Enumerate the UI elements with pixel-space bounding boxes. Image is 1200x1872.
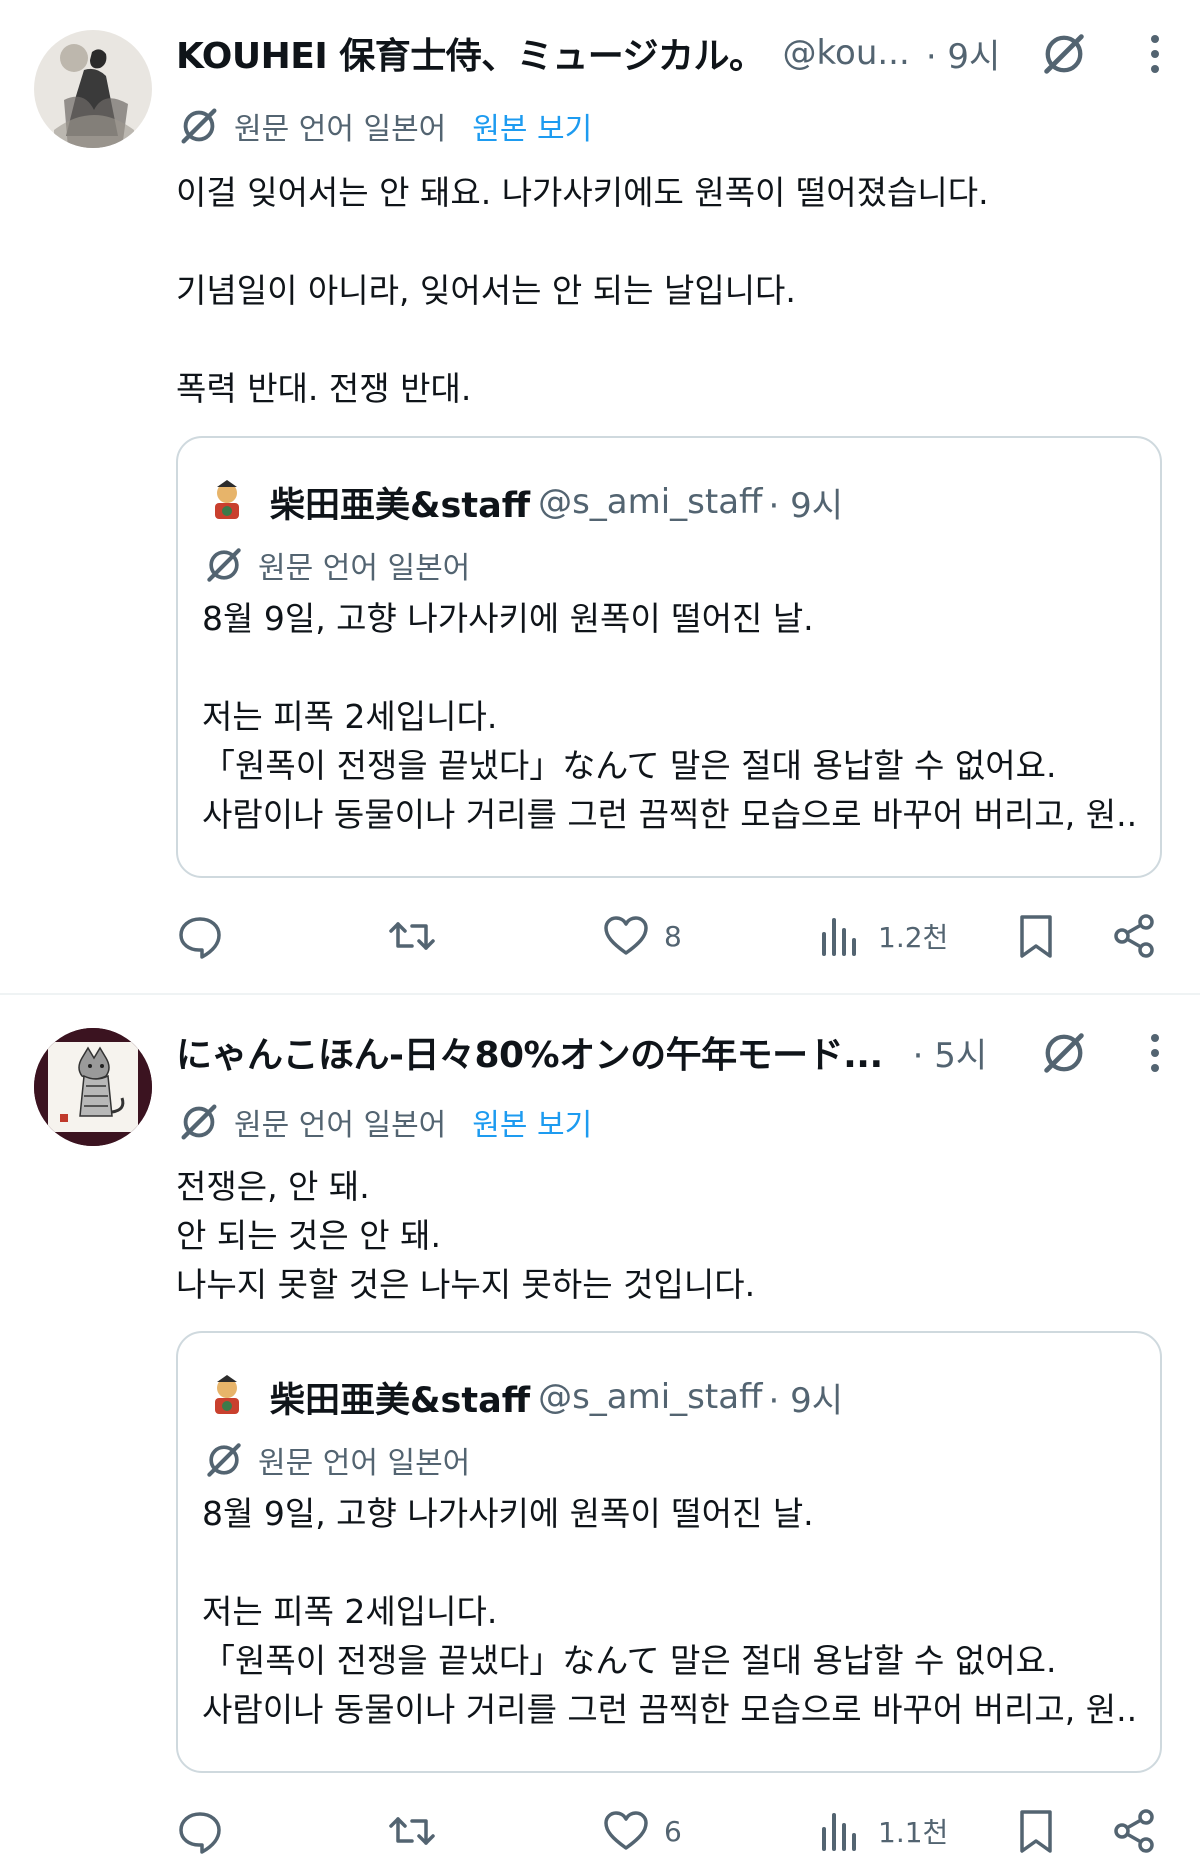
more-dots-icon[interactable] (1148, 32, 1162, 76)
grok-icon[interactable] (1038, 28, 1090, 80)
repost-icon (389, 922, 435, 950)
quoted-tweet[interactable]: 柴田亜美&staff @s_ami_staff · 9시 원문 언어 일본어 8… (176, 436, 1162, 878)
action-bar: 6 1.1천 (0, 1801, 1200, 1861)
quoted-author-name[interactable]: 柴田亜美&staff (270, 1372, 530, 1423)
like-button[interactable]: 6 (602, 1801, 682, 1861)
bookmark-button[interactable] (1012, 906, 1060, 966)
timestamp[interactable]: · 5시 (913, 1028, 988, 1077)
quoted-text-line: 8월 9일, 고향 나가사키에 원폭이 떨어진 날. (202, 599, 814, 638)
action-bar: 8 1.2천 (0, 906, 1200, 966)
source-language-label: 원문 언어 일본어 (234, 1108, 447, 1143)
tweet-header: KOUHEI 保育士侍、ミュージカル。 @kou... · 9시 (176, 18, 1200, 88)
timestamp[interactable]: · 9시 (926, 29, 1001, 78)
heart-icon (604, 916, 648, 955)
quoted-author-avatar[interactable] (202, 1372, 252, 1422)
reply-button[interactable] (176, 906, 238, 966)
reply-icon (179, 917, 221, 959)
repost-icon (389, 1817, 435, 1845)
quoted-tweet-header: 柴田亜美&staff @s_ami_staff · 9시 (202, 474, 843, 530)
repost-button[interactable] (388, 906, 450, 966)
quoted-translation-notice: 원문 언어 일본어 (202, 540, 470, 590)
quoted-text-line: 「원폭이 전쟁을 끝냈다」なんて 말은 절대 용납할 수 없어요. (202, 1641, 1057, 1680)
reply-icon (179, 1812, 221, 1854)
share-button[interactable] (1110, 906, 1158, 966)
quoted-text-line: 저는 피폭 2세입니다. (202, 1592, 498, 1631)
share-icon (1114, 1809, 1154, 1853)
tweet[interactable]: にゃんこほん-日々80%オンの午年モード... · 5시 원문 언어 일본어 원… (0, 995, 1200, 1872)
quoted-tweet-text: 8월 9일, 고향 나가사키에 원폭이 떨어진 날. 저는 피폭 2세입니다. … (202, 1489, 1136, 1734)
quoted-author-avatar[interactable] (202, 477, 252, 527)
grok-icon[interactable] (1038, 1027, 1090, 1079)
quoted-timestamp: · 9시 (768, 1380, 844, 1421)
like-button[interactable]: 8 (602, 906, 682, 966)
translation-notice: 원문 언어 일본어 원본 보기 (176, 98, 592, 154)
views-chart-icon (822, 918, 856, 956)
tweet-text-line: 안 되는 것은 안 돼. (176, 1216, 441, 1255)
tweet-text-line: 기념일이 아니라, 잊어서는 안 되는 날입니다. (176, 271, 796, 310)
tweet-header: にゃんこほん-日々80%オンの午年モード... · 5시 (176, 1017, 1200, 1087)
tweet-text-line: 전쟁은, 안 돼. (176, 1167, 370, 1206)
views-chart-icon (822, 1813, 856, 1851)
translate-icon (181, 1104, 217, 1140)
bookmark-button[interactable] (1012, 1801, 1060, 1861)
views-button[interactable]: 1.1천 (816, 1801, 948, 1861)
avatar[interactable] (34, 30, 152, 148)
quoted-tweet[interactable]: 柴田亜美&staff @s_ami_staff · 9시 원문 언어 일본어 8… (176, 1331, 1162, 1773)
tweet-text: 이걸 잊어서는 안 돼요. 나가사키에도 원폭이 떨어졌습니다. 기념일이 아니… (176, 168, 1160, 413)
show-original-link[interactable]: 원본 보기 (472, 104, 592, 148)
heart-icon (604, 1811, 648, 1850)
tweet-text: 전쟁은, 안 돼. 안 되는 것은 안 돼. 나누지 못할 것은 나누지 못하는… (176, 1162, 1160, 1309)
bookmark-icon (1020, 1810, 1052, 1853)
show-original-link[interactable]: 원본 보기 (472, 1100, 592, 1144)
source-language-label: 원문 언어 일본어 (258, 551, 471, 586)
more-dots-icon[interactable] (1148, 1031, 1162, 1075)
quoted-timestamp: · 9시 (768, 485, 844, 526)
like-count: 8 (664, 919, 682, 953)
quoted-author-handle[interactable]: @s_ami_staff (538, 1377, 762, 1417)
author-handle[interactable]: @kou... (783, 33, 910, 73)
reply-button[interactable] (176, 1801, 238, 1861)
like-count: 6 (664, 1814, 682, 1848)
quoted-text-line: 8월 9일, 고향 나가사키에 원폭이 떨어진 날. (202, 1494, 814, 1533)
share-button[interactable] (1110, 1801, 1158, 1861)
tweet-text-line: 폭력 반대. 전쟁 반대. (176, 369, 472, 408)
repost-button[interactable] (388, 1801, 450, 1861)
source-language-label: 원문 언어 일본어 (258, 1446, 471, 1481)
quoted-text-line: 저는 피폭 2세입니다. (202, 697, 498, 736)
quoted-tweet-text: 8월 9일, 고향 나가사키에 원폭이 떨어진 날. 저는 피폭 2세입니다. … (202, 594, 1136, 839)
author-name[interactable]: にゃんこほん-日々80%オンの午年モード... (176, 1026, 883, 1078)
view-count: 1.2천 (878, 921, 949, 954)
view-count: 1.1천 (878, 1816, 949, 1849)
translation-notice: 원문 언어 일본어 원본 보기 (176, 1094, 592, 1150)
tweet-text-line: 나누지 못할 것은 나누지 못하는 것입니다. (176, 1265, 756, 1304)
tweet[interactable]: KOUHEI 保育士侍、ミュージカル。 @kou... · 9시 원문 언어 일… (0, 0, 1200, 995)
quoted-text-line: 사람이나 동물이나 거리를 그런 끔찍한 모습으로 바꾸어 버리고, 원... (202, 795, 1136, 834)
bookmark-icon (1020, 915, 1052, 958)
translate-icon (207, 548, 241, 582)
quoted-author-handle[interactable]: @s_ami_staff (538, 482, 762, 522)
translate-icon (181, 108, 217, 144)
quoted-text-line: 사람이나 동물이나 거리를 그런 끔찍한 모습으로 바꾸어 버리고, 원... (202, 1690, 1136, 1729)
avatar[interactable] (34, 1028, 152, 1146)
quoted-text-line: 「원폭이 전쟁을 끝냈다」なんて 말은 절대 용납할 수 없어요. (202, 746, 1057, 785)
quoted-tweet-header: 柴田亜美&staff @s_ami_staff · 9시 (202, 1369, 843, 1425)
tweet-text-line: 이걸 잊어서는 안 돼요. 나가사키에도 원폭이 떨어졌습니다. (176, 173, 989, 212)
author-name[interactable]: KOUHEI 保育士侍、ミュージカル。 (176, 27, 765, 79)
translate-icon (207, 1443, 241, 1477)
quoted-translation-notice: 원문 언어 일본어 (202, 1435, 470, 1485)
views-button[interactable]: 1.2천 (816, 906, 948, 966)
share-icon (1114, 914, 1154, 958)
source-language-label: 원문 언어 일본어 (234, 112, 447, 147)
quoted-author-name[interactable]: 柴田亜美&staff (270, 477, 530, 528)
